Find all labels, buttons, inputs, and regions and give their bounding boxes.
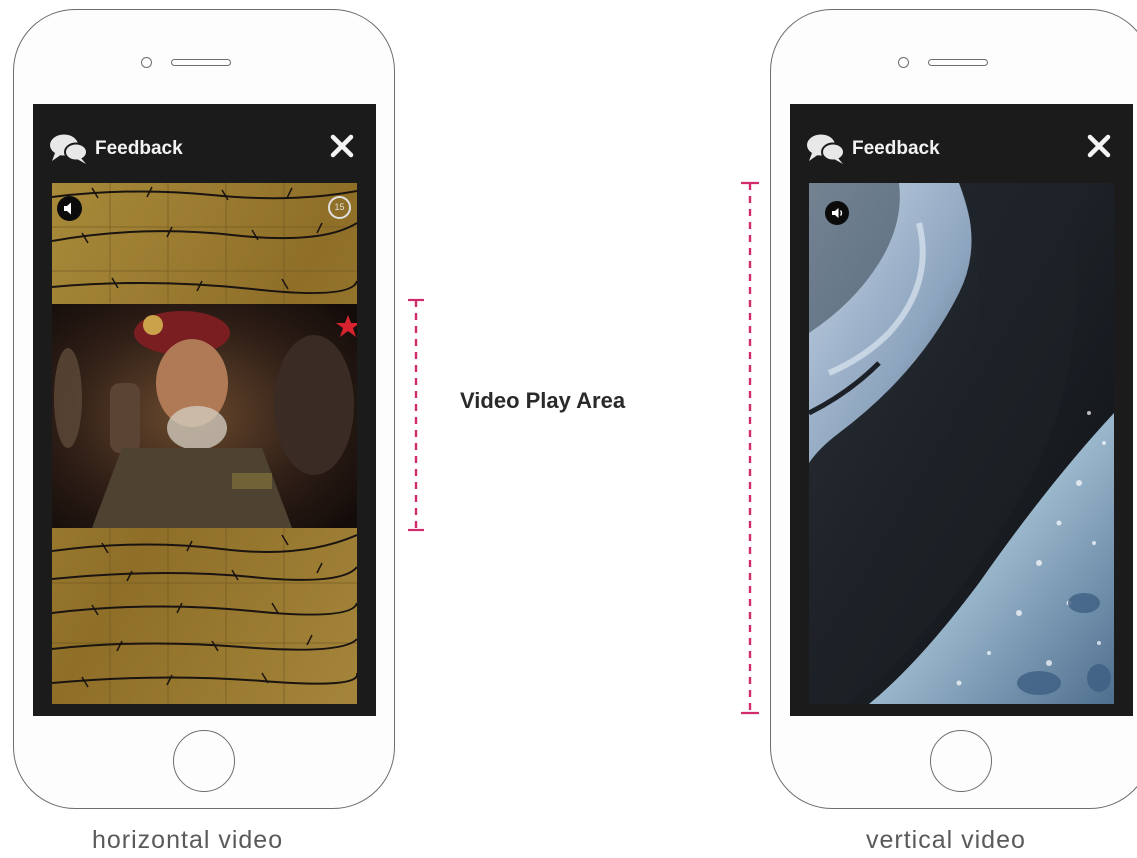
front-camera: [898, 57, 909, 68]
earpiece-speaker: [171, 59, 231, 66]
home-button: [930, 730, 992, 792]
phone-screen: Feedback: [33, 104, 376, 716]
video-play-area-label: Video Play Area: [460, 388, 626, 413]
mute-toggle-button[interactable]: [825, 201, 849, 225]
speaker-icon: [832, 208, 843, 218]
video-player[interactable]: [809, 183, 1114, 704]
video-player[interactable]: 15: [52, 183, 357, 704]
feedback-title: Feedback: [852, 138, 940, 159]
close-button[interactable]: [330, 134, 354, 163]
video-area-bracket-horizontal: [408, 298, 424, 532]
phone-vertical: Feedback: [770, 9, 1137, 809]
close-icon: [330, 134, 354, 158]
phone-screen: Feedback: [790, 104, 1133, 716]
video-area-bracket-vertical: [741, 181, 759, 715]
close-icon: [1087, 134, 1111, 158]
home-button: [173, 730, 235, 792]
earpiece-speaker: [928, 59, 988, 66]
close-button[interactable]: [1087, 134, 1111, 163]
feedback-header[interactable]: Feedback: [806, 133, 940, 165]
countdown-timer-icon: 15: [328, 196, 351, 219]
feedback-header[interactable]: Feedback: [49, 133, 183, 165]
chat-bubbles-icon: [49, 133, 89, 165]
video-frame: [809, 183, 1114, 704]
front-camera: [141, 57, 152, 68]
caption-horizontal-video: horizontal video: [92, 826, 284, 854]
phone-horizontal: Feedback 15: [13, 9, 395, 809]
video-frame: [52, 183, 357, 704]
chat-bubbles-icon: [806, 133, 846, 165]
speaker-icon: [64, 202, 71, 215]
caption-vertical-video: vertical video: [866, 826, 1026, 854]
mute-toggle-button[interactable]: [57, 196, 82, 221]
feedback-title: Feedback: [95, 138, 183, 159]
